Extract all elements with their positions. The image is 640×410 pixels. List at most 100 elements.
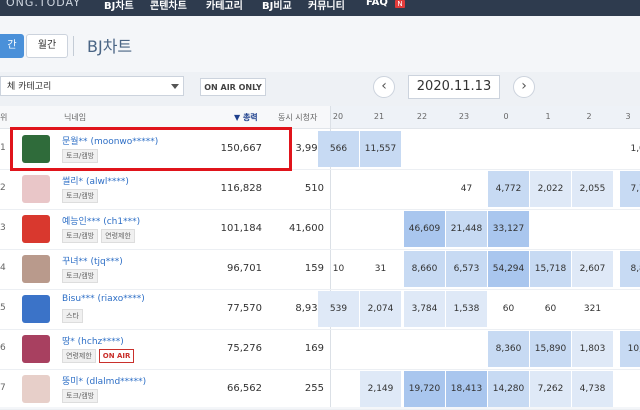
hour-cell: 60	[544, 304, 557, 314]
rank-number: 5	[0, 303, 6, 313]
next-date-button[interactable]: ›	[513, 76, 535, 98]
hour-cell: 11,557	[360, 131, 401, 167]
avatar[interactable]	[22, 255, 50, 283]
category-tag[interactable]: 스타	[62, 309, 83, 323]
hour-cell: 321	[583, 304, 602, 314]
hour-cell	[360, 211, 401, 247]
header-total-sort[interactable]: ▼ 총력	[234, 112, 258, 123]
hour-cell: 1,538	[446, 291, 487, 327]
hour-cell: 2,022	[530, 171, 571, 207]
rank-number: 7	[0, 383, 6, 393]
category-tag[interactable]: 토크/캠방	[62, 269, 99, 283]
hour-cell	[530, 211, 571, 247]
hour-cell: 18,413	[446, 371, 487, 407]
hour-cell	[446, 331, 487, 367]
hour-cell: 19,720	[404, 371, 445, 407]
total-viewers: 75,276	[227, 343, 262, 354]
tag-list: 스타	[62, 309, 86, 323]
avatar[interactable]	[22, 375, 50, 403]
hour-cell	[620, 211, 640, 247]
nav-faq[interactable]: FAQ	[366, 0, 388, 8]
hour-cell: 2,074	[360, 291, 401, 327]
tag-list: 토크/캠방	[62, 189, 101, 203]
category-tag[interactable]: 토크/캠방	[62, 189, 99, 203]
header-hour: 20	[332, 112, 344, 121]
hour-cell: 7,262	[530, 371, 571, 407]
hour-cell: 1,07	[630, 144, 640, 154]
bj-nickname: 썰리*	[62, 177, 84, 187]
table-row[interactable]: 5 Bisu*** (riaxo****) 스타 77,570 8,938 539 2,07…	[0, 289, 640, 330]
header-rank: 위	[0, 113, 8, 122]
nav-content-chart[interactable]: 콘텐차트	[150, 0, 187, 12]
hour-cell: 6,573	[446, 251, 487, 287]
bj-name-link[interactable]: Bisu*** (riaxo****)	[62, 294, 145, 304]
chevron-down-icon	[171, 84, 179, 89]
bj-nickname: 꾸녀**	[62, 257, 88, 267]
hour-cell: 15,890	[530, 331, 571, 367]
hour-cell	[446, 131, 487, 167]
on-air-badge: ON AIR	[98, 349, 135, 363]
avatar[interactable]	[22, 335, 50, 363]
nav-bj-compare[interactable]: BJ비교	[262, 0, 292, 12]
avatar[interactable]	[22, 295, 50, 323]
nav-community[interactable]: 커뮤니티	[308, 0, 345, 12]
header-nickname: 닉네임	[64, 113, 87, 122]
hour-cell: 2,055	[572, 171, 613, 207]
hour-cell: 2,607	[572, 251, 613, 287]
hour-cell: 47	[460, 184, 473, 194]
category-tag[interactable]: 연령제한	[101, 229, 135, 243]
table-row[interactable]: 6 땅* (hchz****) 연령제한 ON AIR 75,276 169 8,360 15…	[0, 329, 640, 370]
rank-number: 1	[0, 143, 6, 153]
highlight-box	[10, 127, 292, 171]
rank-number: 3	[0, 223, 6, 233]
hour-cell: 10	[332, 264, 345, 274]
bj-name-link[interactable]: 꾸녀** (tjq***)	[62, 254, 123, 267]
category-select[interactable]: 체 카테고리	[0, 76, 184, 96]
hour-cell	[572, 211, 613, 247]
bj-id: (riaxo****)	[97, 294, 145, 304]
category-tag[interactable]: 연령제한	[62, 349, 96, 363]
table-row[interactable]: 3 예능인*** (ch1***) 토크/캠방 연령제한 101,184 41,600 46…	[0, 209, 640, 250]
table-row[interactable]: 4 꾸녀** (tjq***) 토크/캠방 96,701 159 10 31 8,660 6,5…	[0, 249, 640, 290]
nav-bj-chart[interactable]: BJ차트	[104, 0, 134, 12]
header-hour: 3	[625, 112, 631, 121]
concurrent-viewers: 41,600	[289, 223, 324, 234]
header-hour: 2	[586, 112, 592, 121]
category-tag[interactable]: 토크/캠방	[62, 389, 99, 403]
site-logo[interactable]: ONG.TODAY	[6, 0, 81, 9]
bj-name-link[interactable]: 뚱미* (dlalmd*****)	[62, 374, 146, 387]
category-tag[interactable]: 토크/캠방	[62, 229, 99, 243]
avatar[interactable]	[22, 215, 50, 243]
bj-name-link[interactable]: 썰리* (alwl****)	[62, 174, 129, 187]
header-hour: 1	[545, 112, 551, 121]
hour-cell: 14,280	[488, 371, 529, 407]
hour-cell: 8,86	[620, 251, 640, 287]
daily-tab[interactable]: 간	[0, 34, 24, 58]
date-display[interactable]: 2020.11.13	[408, 75, 500, 99]
hour-cell: 8,660	[404, 251, 445, 287]
hour-cell: 15,718	[530, 251, 571, 287]
tag-list: 토크/캠방 연령제한	[62, 229, 138, 243]
monthly-tab[interactable]: 월간	[26, 34, 68, 58]
avatar[interactable]	[22, 175, 50, 203]
nav-category[interactable]: 카테고리	[206, 0, 243, 12]
hour-cell	[404, 171, 445, 207]
hour-cell	[360, 331, 401, 367]
hour-cell	[572, 131, 613, 167]
concurrent-viewers: 159	[304, 263, 324, 274]
hour-cell: 1,803	[572, 331, 613, 367]
hour-cell: 33,127	[488, 211, 529, 247]
bj-name-link[interactable]: 예능인*** (ch1***)	[62, 214, 140, 227]
on-air-only-button[interactable]: ON AIR ONLY	[200, 78, 266, 96]
hour-cell: 54,294	[488, 251, 529, 287]
hour-cell	[318, 171, 359, 207]
prev-date-button[interactable]: ‹	[373, 76, 395, 98]
table-row[interactable]: 2 썰리* (alwl****) 토크/캠방 116,828 510 47 4,772 2,0…	[0, 169, 640, 210]
bj-name-link[interactable]: 땅* (hchz****)	[62, 334, 124, 347]
table-header: 위 닉네임 ▼ 총력 동시 시청자 20 21 22 23 0 1 2 3	[0, 106, 640, 129]
hour-cell: 539	[318, 291, 359, 327]
table-row[interactable]: 7 뚱미* (dlalmd*****) 토크/캠방 66,562 255 2,149 19,…	[0, 369, 640, 410]
hour-cell	[318, 331, 359, 367]
hour-cell	[488, 131, 529, 167]
tag-list: 토크/캠방	[62, 269, 101, 283]
